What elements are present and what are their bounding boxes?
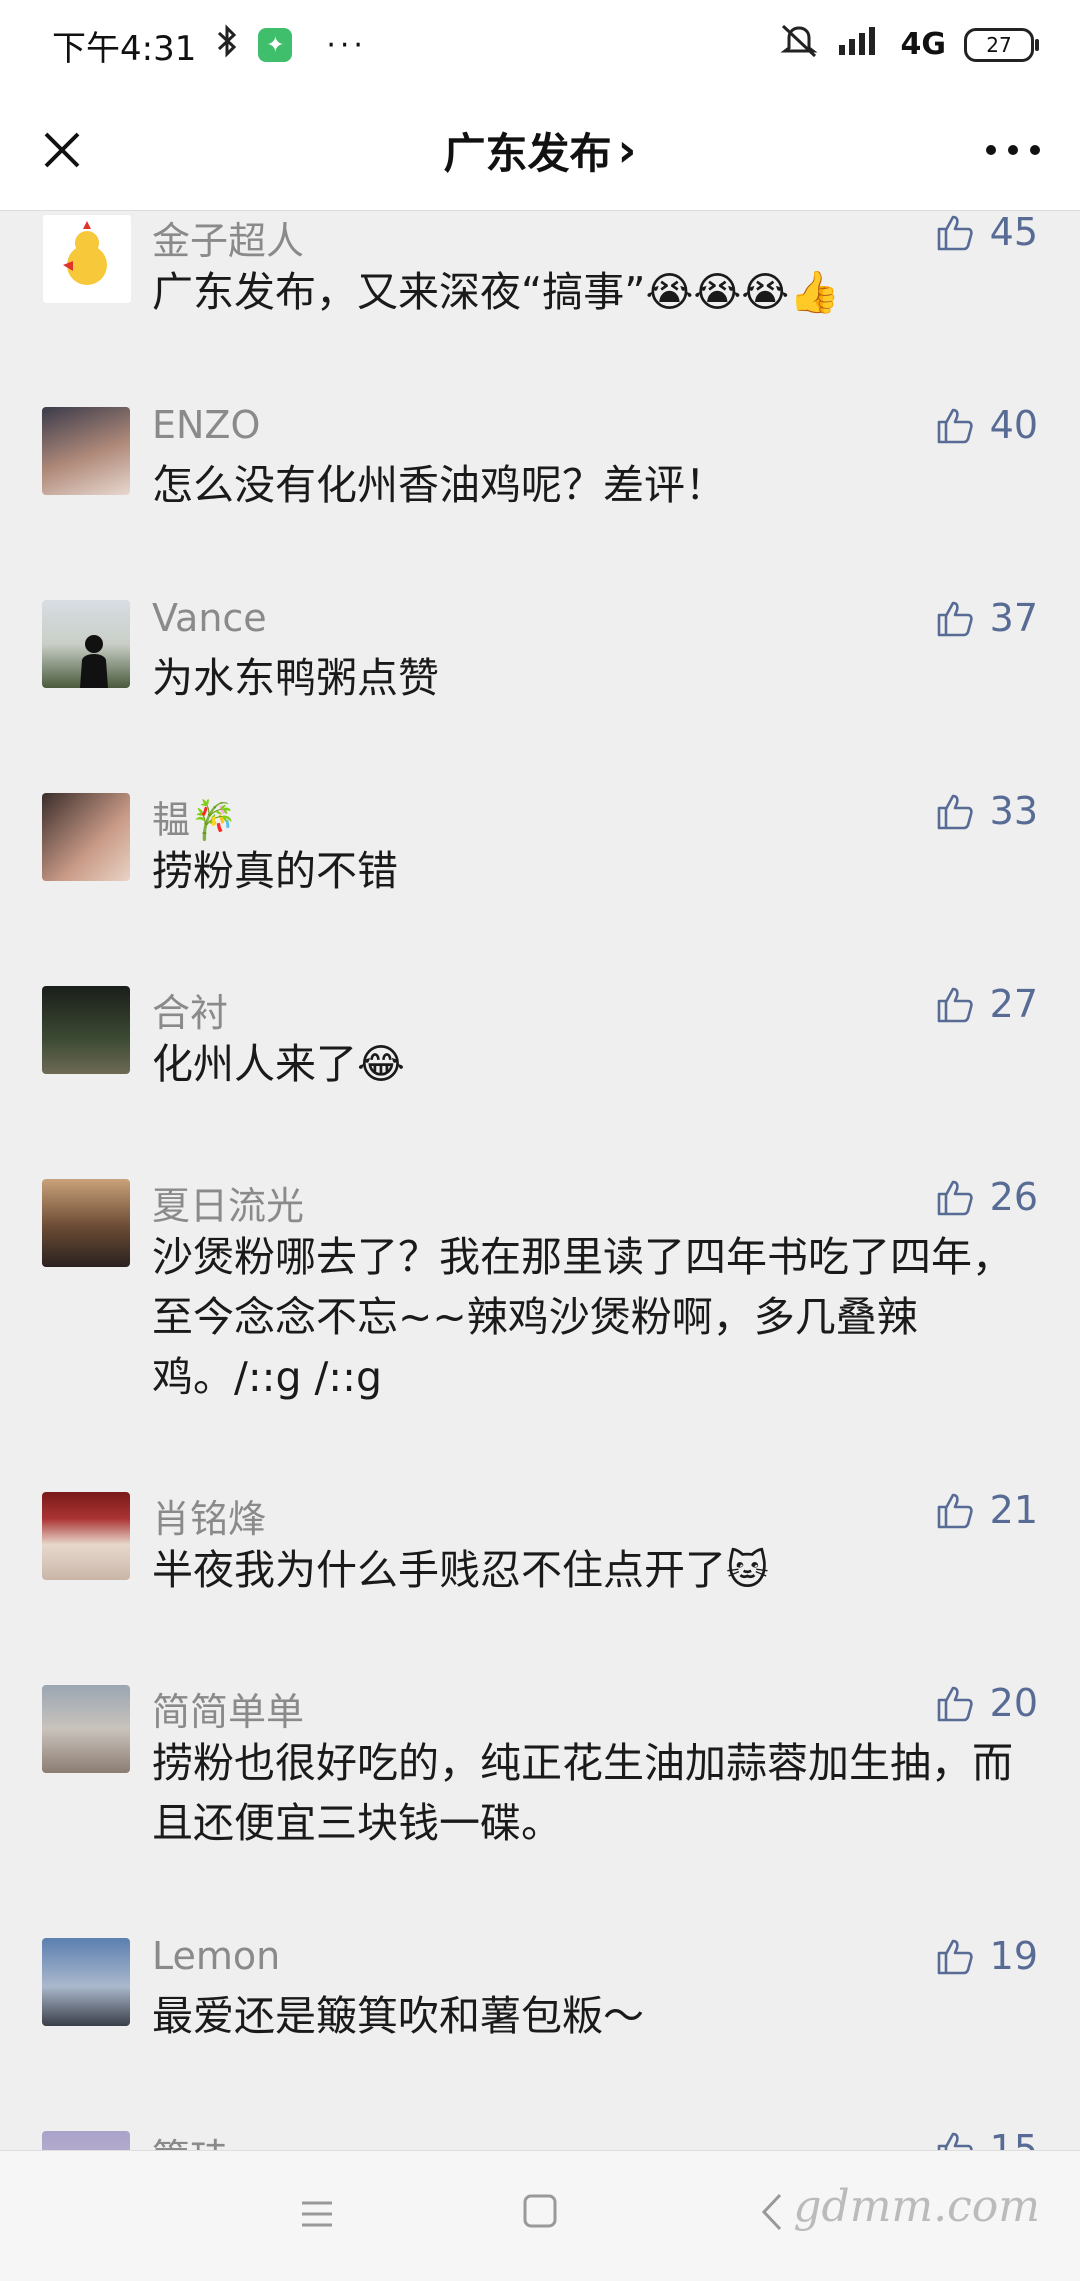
thumbs-up-icon: [937, 215, 973, 251]
chevron-left-icon: [761, 2193, 782, 2231]
home-button[interactable]: [520, 2191, 560, 2231]
like-count: 27: [989, 982, 1038, 1026]
like-button[interactable]: 19: [934, 1934, 1038, 1978]
comment-text: 沙煲粉哪去了？我在那里读了四年书吃了四年，至今念念不忘~~辣鸡沙煲粉啊，多几叠辣…: [152, 1233, 1013, 1401]
thumbs-up-icon: [937, 1493, 973, 1529]
comment-text: 为水东鸭粥点赞: [152, 654, 439, 702]
avatar[interactable]: [42, 793, 130, 881]
recent-apps-button[interactable]: [296, 2193, 338, 2235]
comment-text: 怎么没有化州香油鸡呢？差评！: [152, 461, 726, 509]
commenter-name: Vance: [152, 596, 267, 640]
like-button[interactable]: 40: [934, 403, 1038, 447]
like-count: 37: [989, 596, 1038, 640]
like-button[interactable]: 20: [934, 1681, 1038, 1725]
close-button[interactable]: [30, 118, 94, 182]
like-button[interactable]: 45: [934, 210, 1038, 254]
comment-text: 广东发布，又来深夜“搞事”😭😭😭👍: [152, 268, 841, 316]
thumbs-up-icon: [937, 408, 973, 444]
top-nav-bar: 广东发布 ›: [0, 90, 1080, 210]
more-notifications-icon: ···: [326, 27, 367, 63]
like-count: 33: [989, 789, 1038, 833]
thumbs-up-icon: [937, 794, 973, 830]
like-count: 21: [989, 1488, 1038, 1532]
commenter-name: 韫🎋: [152, 798, 238, 842]
like-count: 40: [989, 403, 1038, 447]
status-bar: 下午4:31 ✦ ··· 4G 27: [0, 0, 1080, 90]
comment-text: 最爱还是簸箕吹和薯包粄～: [152, 1992, 644, 2040]
battery-level: 27: [986, 32, 1012, 57]
close-icon: [44, 132, 80, 168]
signal-icon: [837, 23, 883, 66]
thumbs-up-icon: [937, 601, 973, 637]
avatar[interactable]: [42, 407, 130, 495]
comment-text: 捞粉真的不错: [152, 847, 398, 895]
watermark: gdmm.com: [793, 2181, 1040, 2232]
chevron-right-icon: ›: [617, 123, 637, 177]
square-icon: [523, 2194, 557, 2228]
like-button[interactable]: 21: [934, 1488, 1038, 1532]
avatar[interactable]: [42, 1492, 130, 1580]
commenter-name: Lemon: [152, 1934, 281, 1978]
bluetooth-icon: [216, 23, 238, 67]
commenter-name: 篱珪: [152, 2127, 228, 2150]
battery-icon: 27: [964, 27, 1039, 62]
more-icon: [986, 145, 1040, 155]
comment-text: 捞粉也很好吃的，纯正花生油加蒜蓉加生抽，而且还便宜三块钱一碟。: [152, 1739, 1013, 1847]
commenter-name: 肖铭烽: [152, 1497, 267, 1541]
like-button[interactable]: 15: [934, 2127, 1038, 2150]
avatar[interactable]: [42, 2131, 130, 2150]
commenter-name: 简简单单: [152, 1690, 305, 1734]
comment-list[interactable]: 金子超人 45 广东发布，又来深夜“搞事”😭😭😭👍 ENZO 40 怎么没有化州…: [0, 210, 1080, 2150]
system-nav-bar: gdmm.com: [0, 2150, 1080, 2281]
commenter-name: ENZO: [152, 403, 261, 447]
commenter-name: 金子超人: [152, 219, 305, 263]
thumbs-up-icon: [937, 987, 973, 1023]
avatar[interactable]: [42, 986, 130, 1074]
avatar[interactable]: [42, 600, 130, 688]
menu-icon: [302, 2201, 332, 2227]
avatar[interactable]: [42, 214, 132, 304]
comment-text: 化州人来了😂: [152, 1040, 405, 1088]
commenter-name: 合衬: [152, 991, 229, 1035]
network-type: 4G: [900, 27, 947, 62]
more-options-button[interactable]: [976, 118, 1050, 182]
thumbs-up-icon: [937, 2132, 973, 2150]
avatar[interactable]: [42, 1685, 130, 1773]
like-button[interactable]: 33: [934, 789, 1038, 833]
account-title-link[interactable]: 广东发布 ›: [444, 120, 637, 181]
like-count: 45: [989, 210, 1038, 254]
like-button[interactable]: 26: [934, 1175, 1038, 1219]
comment-text: 半夜我为什么手贱忍不住点开了🐱: [152, 1546, 769, 1594]
avatar[interactable]: [42, 1938, 130, 2026]
like-count: 20: [989, 1681, 1038, 1725]
avatar[interactable]: [42, 1179, 130, 1267]
app-notification-icon: ✦: [258, 28, 293, 62]
page-title: 广东发布: [443, 128, 612, 178]
back-button[interactable]: [752, 2187, 792, 2237]
like-count: 26: [989, 1175, 1038, 1219]
mute-icon: [779, 22, 819, 67]
like-count: 19: [989, 1934, 1038, 1978]
status-time: 下午4:31: [52, 28, 197, 69]
thumbs-up-icon: [937, 1180, 973, 1216]
like-button[interactable]: 37: [934, 596, 1038, 640]
thumbs-up-icon: [937, 1686, 973, 1722]
thumbs-up-icon: [937, 1939, 973, 1975]
like-button[interactable]: 27: [934, 982, 1038, 1026]
commenter-name: 夏日流光: [152, 1184, 305, 1228]
like-count: 15: [989, 2127, 1038, 2150]
